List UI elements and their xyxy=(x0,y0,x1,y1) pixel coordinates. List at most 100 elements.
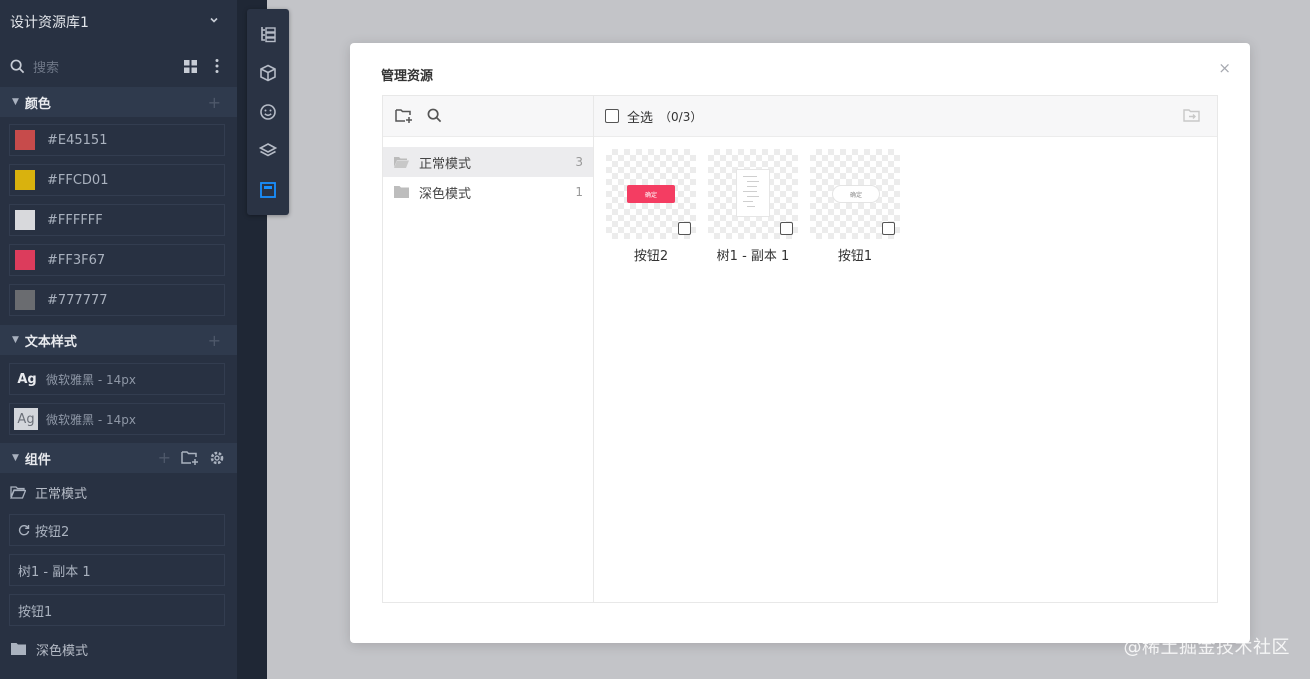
asset-pane-toolbar: 全选 （0/3） xyxy=(594,96,1217,137)
component-label: 按钮2 xyxy=(35,524,70,540)
text-style-sample: Ag xyxy=(14,408,38,430)
resource-library-panel: 设计资源库1 搜索 ▼ 颜色 + #E45151 #FFCD01 #FFFFFF… xyxy=(0,0,237,679)
cube-icon[interactable] xyxy=(257,62,279,84)
colors-section-title: 颜色 xyxy=(24,96,51,112)
settings-gear-icon[interactable] xyxy=(209,450,225,466)
asset-name: 按钮2 xyxy=(633,249,669,264)
asset-name: 按钮1 xyxy=(837,249,873,264)
chevron-down-icon xyxy=(210,17,218,23)
frame-icon[interactable] xyxy=(257,179,279,201)
color-item[interactable]: #E45151 xyxy=(9,124,225,156)
asset-card[interactable]: 树1 - 副本 1 xyxy=(708,149,798,264)
components-section-header[interactable]: ▼ 组件 + xyxy=(0,443,237,473)
folder-count: 1 xyxy=(575,185,583,199)
component-item[interactable]: 树1 - 副本 1 xyxy=(9,554,225,586)
component-folder-dark[interactable]: 深色模式 xyxy=(0,634,237,664)
component-item[interactable]: 按钮2 xyxy=(9,514,225,546)
folder-icon xyxy=(11,643,26,655)
caret-down-icon: ▼ xyxy=(12,335,19,345)
grid-icon[interactable] xyxy=(184,60,197,73)
color-label: #FFCD01 xyxy=(47,172,109,188)
folder-open-icon xyxy=(10,485,26,499)
library-selector[interactable]: 设计资源库1 xyxy=(0,0,237,44)
search-input[interactable]: 搜索 xyxy=(33,57,59,76)
new-folder-icon[interactable] xyxy=(395,108,413,124)
tool-sidebar xyxy=(247,9,289,215)
library-search[interactable]: 搜索 xyxy=(0,52,237,80)
asset-card[interactable]: 确定 按钮1 xyxy=(810,149,900,264)
asset-card[interactable]: 确定 按钮2 xyxy=(606,149,696,264)
add-component-icon[interactable]: + xyxy=(158,448,171,467)
text-style-sample: Ag xyxy=(17,371,37,387)
folder-pane-toolbar xyxy=(383,96,593,137)
color-swatch xyxy=(15,130,35,150)
asset-thumbnail[interactable] xyxy=(708,149,798,239)
preview-button: 确定 xyxy=(832,185,880,203)
component-item[interactable]: 按钮1 xyxy=(9,594,225,626)
library-title: 设计资源库1 xyxy=(10,15,89,31)
colors-section-header[interactable]: ▼ 颜色 + xyxy=(0,87,237,117)
folder-icon xyxy=(394,186,409,198)
asset-thumbnail[interactable]: 确定 xyxy=(810,149,900,239)
asset-thumbnail[interactable]: 确定 xyxy=(606,149,696,239)
folder-label: 深色模式 xyxy=(36,643,89,659)
color-item[interactable]: #FFFFFF xyxy=(9,204,225,236)
close-icon[interactable]: × xyxy=(1218,59,1231,77)
more-vertical-icon[interactable] xyxy=(215,58,219,74)
move-to-folder-icon[interactable] xyxy=(1183,108,1201,123)
asset-checkbox[interactable] xyxy=(780,222,793,235)
selection-count: （0/3） xyxy=(659,109,703,124)
add-text-style-icon[interactable]: + xyxy=(208,331,221,350)
folder-item-dark[interactable]: 深色模式 1 xyxy=(383,177,593,207)
search-icon xyxy=(10,59,25,73)
folder-pane: 正常模式 3 深色模式 1 xyxy=(383,96,594,602)
smile-icon[interactable] xyxy=(257,101,279,123)
select-all-label[interactable]: 全选 xyxy=(627,107,653,126)
asset-name: 树1 - 副本 1 xyxy=(716,249,790,264)
manage-resources-dialog: 管理资源 × 正常模式 3 深色模式 1 全选 （0/3） 确定 按钮2 树1 … xyxy=(350,43,1250,643)
color-label: #777777 xyxy=(47,292,108,308)
new-folder-icon[interactable] xyxy=(181,450,199,465)
text-style-label: 微软雅黑 - 14px xyxy=(46,372,136,387)
dialog-body: 正常模式 3 深色模式 1 全选 （0/3） 确定 按钮2 树1 - 副本 1 … xyxy=(382,95,1218,603)
search-icon[interactable] xyxy=(427,108,442,123)
caret-down-icon: ▼ xyxy=(12,97,19,107)
color-item[interactable]: #777777 xyxy=(9,284,225,316)
text-styles-section-title: 文本样式 xyxy=(24,334,77,350)
folder-item-normal[interactable]: 正常模式 3 xyxy=(383,147,593,177)
caret-down-icon: ▼ xyxy=(12,453,19,463)
watermark: @稀土掘金技术社区 xyxy=(1123,637,1290,658)
asset-checkbox[interactable] xyxy=(882,222,895,235)
text-style-item[interactable]: Ag 微软雅黑 - 14px xyxy=(9,403,225,435)
color-label: #FF3F67 xyxy=(47,252,106,268)
color-item[interactable]: #FF3F67 xyxy=(9,244,225,276)
select-all-checkbox[interactable] xyxy=(605,109,619,123)
asset-checkbox[interactable] xyxy=(678,222,691,235)
components-section-title: 组件 xyxy=(24,452,51,468)
color-label: #FFFFFF xyxy=(47,212,103,228)
preview-button: 确定 xyxy=(627,185,675,203)
color-swatch xyxy=(15,170,35,190)
outline-tree-icon[interactable] xyxy=(257,23,279,45)
text-style-item[interactable]: Ag 微软雅黑 - 14px xyxy=(9,363,225,395)
text-styles-section-header[interactable]: ▼ 文本样式 + xyxy=(0,325,237,355)
component-label: 树1 - 副本 1 xyxy=(18,564,91,580)
preview-tree xyxy=(736,169,770,217)
text-style-label: 微软雅黑 - 14px xyxy=(46,412,136,427)
folder-open-icon xyxy=(394,156,409,168)
component-label: 按钮1 xyxy=(18,604,53,620)
folder-count: 3 xyxy=(575,155,583,169)
color-item[interactable]: #FFCD01 xyxy=(9,164,225,196)
color-swatch xyxy=(15,250,35,270)
dialog-title: 管理资源 xyxy=(381,69,434,84)
folder-label: 深色模式 xyxy=(419,186,472,202)
folder-label: 正常模式 xyxy=(35,486,88,502)
component-folder-normal[interactable]: 正常模式 xyxy=(0,477,237,507)
layers-icon[interactable] xyxy=(257,140,279,162)
color-swatch xyxy=(15,210,35,230)
folder-label: 正常模式 xyxy=(419,156,472,172)
add-color-icon[interactable]: + xyxy=(208,93,221,112)
color-swatch xyxy=(15,290,35,310)
sync-icon xyxy=(18,525,30,536)
color-label: #E45151 xyxy=(47,132,108,148)
